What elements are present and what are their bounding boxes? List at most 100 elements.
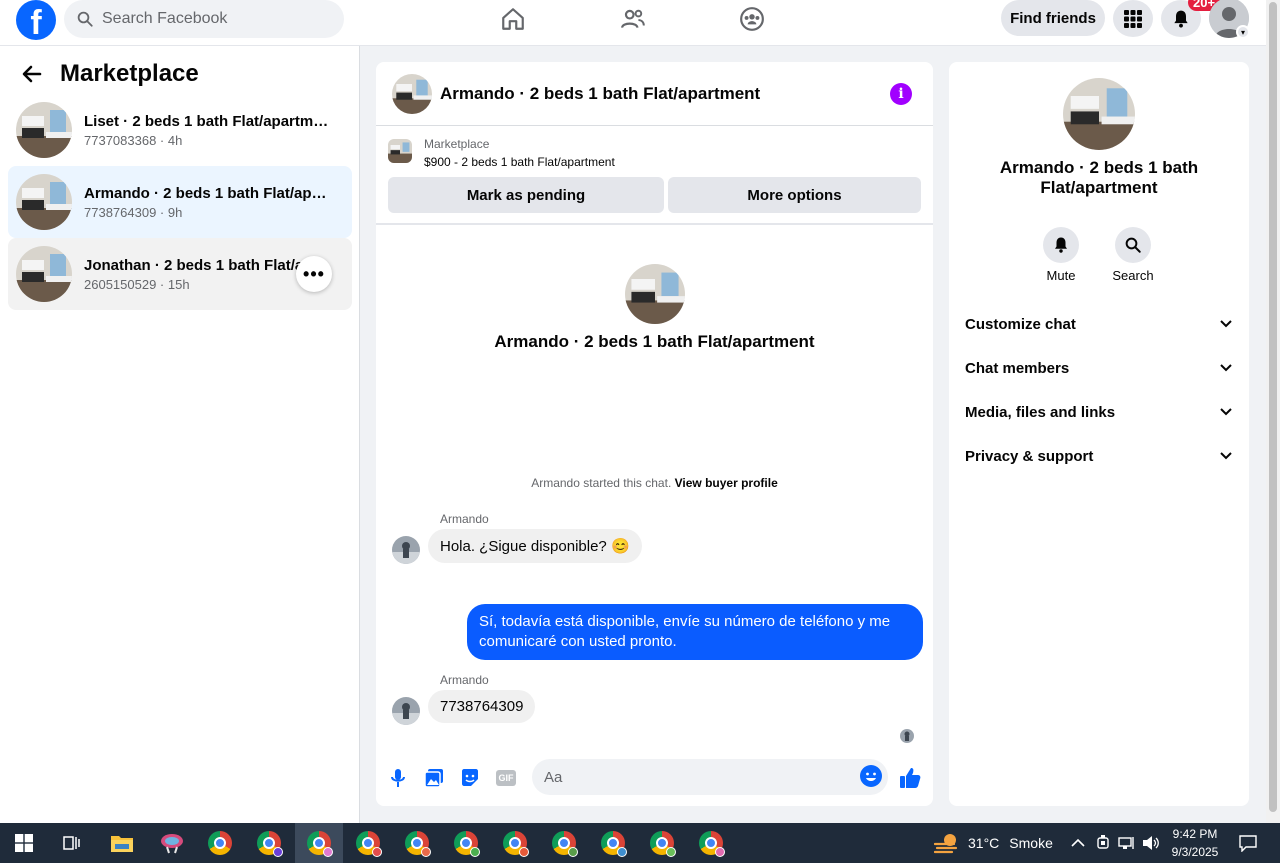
seen-indicator-avatar [900,729,914,743]
tray-chevron-up-icon[interactable] [1068,823,1088,863]
chrome-profile-icon[interactable] [589,823,637,863]
chat-header-avatar[interactable] [392,73,432,114]
privacy-support-section[interactable]: Privacy & support [957,434,1241,478]
search-box[interactable]: Search Facebook [64,0,344,38]
account-chevron-icon[interactable]: ▾ [1236,25,1250,39]
conversation-title: Liset · 2 beds 1 bath Flat/apartment [84,112,334,130]
mute-bell-icon[interactable] [1043,227,1079,263]
chrome-profile-icon-active[interactable] [295,823,343,863]
marketplace-inbox-panel: Marketplace Liset · 2 beds 1 bath Flat/a… [0,46,360,823]
details-title: Armando · 2 beds 1 bath Flat/apartment [999,158,1199,197]
chat-intro-title: Armando · 2 beds 1 bath Flat/apartment [494,332,815,351]
details-avatar[interactable] [1063,78,1135,150]
chrome-profile-icon[interactable] [442,823,490,863]
message-input[interactable] [544,768,844,786]
listing-summary-bar: Marketplace $900 - 2 beds 1 bath Flat/ap… [376,127,933,225]
windows-taskbar: 31°C Smoke 9:42 PM 9/3/2025 [0,823,1280,863]
page-scrollbar[interactable] [1266,0,1280,823]
facebook-logo[interactable]: f [16,0,56,40]
search-label: Search [1112,268,1154,283]
chat-details-panel: Armando · 2 beds 1 bath Flat/apartment M… [949,62,1249,806]
system-clock[interactable]: 9:42 PM 9/3/2025 [1164,825,1226,861]
inbox-header: Marketplace [20,60,199,88]
search-icon [77,11,93,27]
tray-app-icon[interactable] [1094,823,1112,863]
chat-title[interactable]: Armando · 2 beds 1 bath Flat/apartment [440,84,760,104]
sender-avatar[interactable] [392,536,420,564]
chrome-profile-icon[interactable] [491,823,539,863]
search-in-chat-icon[interactable] [1115,227,1151,263]
network-icon[interactable] [1116,823,1138,863]
app-icon[interactable] [148,823,196,863]
conversation-more-options-button[interactable]: ••• [296,256,332,292]
view-buyer-profile-link[interactable]: View buyer profile [675,476,778,490]
scrollbar-thumb[interactable] [1269,2,1277,812]
chevron-down-icon [1220,364,1232,372]
chat-window: Armando · 2 beds 1 bath Flat/apartment i… [376,62,933,806]
weather-temperature: 31°C [968,835,1000,851]
find-friends-button[interactable]: Find friends [1001,0,1105,36]
incoming-message-bubble[interactable]: Hola. ¿Sigue disponible? 😊 [428,529,642,563]
weather-smoke-icon [934,834,958,854]
clock-date: 9/3/2025 [1171,845,1219,859]
section-label: Chat members [965,359,1070,377]
listing-thumbnail[interactable] [388,139,412,163]
chrome-profile-icon[interactable] [393,823,441,863]
section-label: Media, files and links [965,403,1116,421]
emoji-picker-icon[interactable] [860,765,882,787]
chrome-profile-icon[interactable] [245,823,293,863]
groups-icon[interactable] [737,4,767,34]
chat-members-section[interactable]: Chat members [957,346,1241,390]
sticker-icon[interactable] [458,766,482,790]
chat-started-note: Armando started this chat. View buyer pr… [376,476,933,490]
sender-avatar[interactable] [392,697,420,725]
section-label: Privacy & support [965,447,1094,465]
file-explorer-icon[interactable] [98,823,146,863]
message-sender-name: Armando [440,673,489,687]
chat-intro-avatar [625,264,685,324]
chrome-icon[interactable] [196,823,244,863]
chrome-profile-icon[interactable] [638,823,686,863]
menu-grid-icon[interactable] [1113,0,1153,37]
windows-start-icon[interactable] [0,823,48,863]
microphone-icon[interactable] [386,766,410,790]
chrome-profile-icon[interactable] [687,823,735,863]
info-icon[interactable]: i [890,83,912,105]
search-action[interactable]: Search [1105,227,1161,283]
outgoing-message-bubble[interactable]: Sí, todavía está disponible, envíe su nú… [467,604,923,660]
chevron-down-icon [1220,452,1232,460]
mute-label: Mute [1046,268,1076,283]
chat-started-text: Armando started this chat. [531,476,672,490]
mark-as-pending-button[interactable]: Mark as pending [388,177,664,213]
photo-attach-icon[interactable] [422,766,446,790]
thumbs-up-icon[interactable] [898,766,922,790]
conversation-item-selected[interactable]: Armando · 2 beds 1 bath Flat/apartment 7… [8,166,352,238]
top-navigation-bar: f Search Facebook Find friends 20+ ▾ [0,0,1266,46]
task-view-icon[interactable] [48,823,96,863]
conversation-subtitle: 7738764309 · 9h [84,204,183,220]
conversation-item[interactable]: Jonathan · 2 beds 1 bath Flat/apartment … [8,238,352,310]
listing-thumbnail [16,102,72,158]
listing-source-label: Marketplace [424,137,490,151]
listing-price[interactable]: $900 - 2 beds 1 bath Flat/apartment [424,155,615,169]
chevron-down-icon [1220,320,1232,328]
chrome-profile-icon[interactable] [344,823,392,863]
weather-widget[interactable]: 31°C Smoke [934,823,1053,863]
volume-icon[interactable] [1140,823,1162,863]
listing-thumbnail [16,246,72,302]
media-files-links-section[interactable]: Media, files and links [957,390,1241,434]
mute-action[interactable]: Mute [1033,227,1089,283]
conversation-item[interactable]: Liset · 2 beds 1 bath Flat/apartment 773… [8,94,352,166]
back-arrow-icon[interactable] [20,62,44,86]
customize-chat-section[interactable]: Customize chat [957,302,1241,346]
home-icon[interactable] [498,4,528,34]
more-options-button[interactable]: More options [668,177,921,213]
notification-center-icon[interactable] [1234,823,1262,863]
friends-icon[interactable] [618,4,648,34]
listing-thumbnail [16,174,72,230]
gif-icon[interactable]: GIF [494,766,518,790]
chevron-down-icon [1220,408,1232,416]
incoming-message-bubble[interactable]: 7738764309 [428,690,536,723]
section-label: Customize chat [965,315,1076,333]
chrome-profile-icon[interactable] [540,823,588,863]
